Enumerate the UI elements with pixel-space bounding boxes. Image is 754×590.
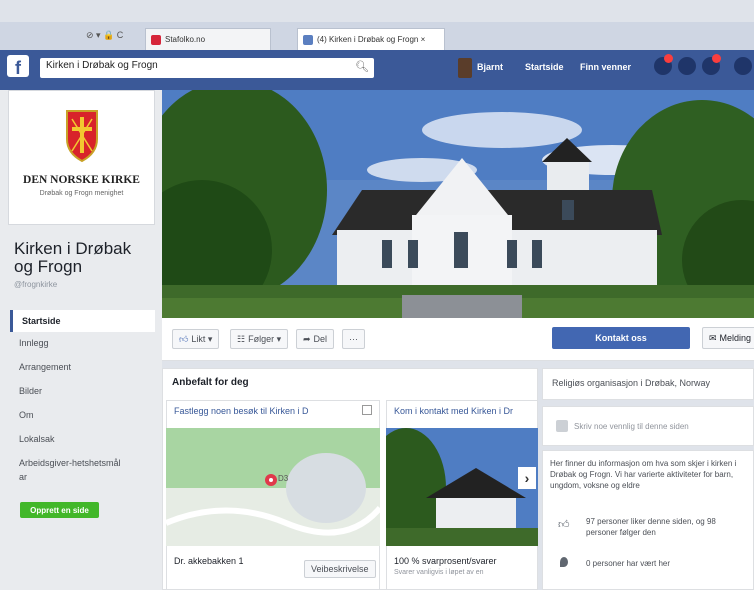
cover-photo[interactable] <box>162 90 754 318</box>
suggested-heading: Anbefalt for deg <box>172 377 249 388</box>
browser-tab-stafolko[interactable]: Stafolko.no <box>145 28 271 50</box>
sidebar-item-about[interactable]: Om <box>10 404 155 426</box>
messenger-icon: ✉ <box>709 332 717 343</box>
sidebar-item-home[interactable]: Startside <box>10 310 155 332</box>
create-page-button[interactable]: Opprett en side <box>20 502 99 518</box>
message-button[interactable]: ✉ Melding <box>702 327 754 349</box>
share-button[interactable]: ➦ Del <box>296 329 335 349</box>
profile-picture[interactable] <box>8 90 155 225</box>
favicon-red-icon <box>151 34 161 45</box>
notification-badge <box>664 54 673 63</box>
card-title[interactable]: Fastlegg noen besøk til Kirken i D <box>174 406 309 416</box>
map-preview[interactable] <box>166 428 380 546</box>
help-icon[interactable] <box>734 57 752 75</box>
church-logo-icon <box>66 110 98 163</box>
like-button[interactable]: 👍︎ Likt ▾ <box>172 329 220 349</box>
response-time: Svarer vanligvis i løpet av en <box>394 569 484 576</box>
sidebar-item-posts[interactable]: Innlegg <box>10 332 155 354</box>
follow-button[interactable]: ☷ Følger ▾ <box>230 329 289 349</box>
card-title[interactable]: Kom i kontakt med Kirken i Dr <box>394 406 513 416</box>
tab-label: (4) Kirken i Drøbak og Frogn × <box>317 35 426 44</box>
messages-icon[interactable] <box>678 57 696 75</box>
church-thumbnail-image <box>386 428 538 546</box>
notification-badge <box>712 54 721 63</box>
facebook-logo-icon[interactable]: f <box>7 55 29 77</box>
nav-profile-link[interactable]: Bjarnt <box>477 62 503 72</box>
card-address: Dr. akkebakken 1 <box>174 556 244 566</box>
page-title[interactable]: Kirken i Drøbak og Frogn <box>14 240 154 276</box>
org-name: DEN NORSKE KIRKE <box>23 174 140 186</box>
checkins-count: 0 personer har vært her <box>586 559 671 568</box>
search-input[interactable]: Kirken i Drøbak og Frogn <box>40 58 374 78</box>
share-icon: ➦ <box>303 333 311 344</box>
sidebar-item-jobs-cont: ar <box>19 472 28 482</box>
org-subtitle: Drøbak og Frogn menighet <box>39 190 124 197</box>
directions-button[interactable]: Veibeskrivelse <box>304 560 376 578</box>
more-button[interactable]: ··· <box>342 329 365 349</box>
page-category[interactable]: Religiøs organisasjon i Drøbak, Norway <box>552 378 710 389</box>
likes-count: 97 personer liker denne siden, og 98 per… <box>586 517 716 537</box>
map-marker-label: D3 <box>278 474 289 483</box>
page-handle[interactable]: @frognkirke <box>14 280 57 289</box>
carousel-next-icon[interactable]: › <box>518 467 536 489</box>
sidebar-item-local[interactable]: Lokalsak <box>10 428 155 450</box>
rss-icon: ☷ <box>237 333 246 344</box>
response-rate: 100 % svarprosent/svarer <box>394 556 497 566</box>
church-cover-image <box>162 90 754 318</box>
about-text: Her finner du informasjon om hva som skj… <box>550 459 737 490</box>
thumbs-up-icon: 👍︎ <box>179 333 189 344</box>
address-controls[interactable]: ⊘ ▾ 🔒 C <box>86 30 123 41</box>
browser-tab-active[interactable]: (4) Kirken i Drøbak og Frogn × <box>297 28 445 50</box>
thumbs-up-icon: 👍︎ <box>558 519 570 531</box>
nav-home-link[interactable]: Startside <box>525 62 564 72</box>
contact-us-button[interactable]: Kontakt oss <box>552 327 690 349</box>
checkin-pin-icon <box>560 557 568 567</box>
church-thumbnail[interactable] <box>386 428 538 546</box>
search-icon[interactable]: 🔍︎ <box>355 60 369 73</box>
tab-label: Stafolko.no <box>165 35 206 44</box>
favicon-facebook-icon <box>303 34 313 45</box>
avatar[interactable] <box>458 58 472 78</box>
pencil-icon <box>556 420 568 432</box>
map-image <box>166 428 380 546</box>
write-prompt[interactable]: Skriv noe vennlig til denne siden <box>574 421 689 432</box>
nav-find-friends-link[interactable]: Finn venner <box>580 62 631 72</box>
sidebar-item-photos[interactable]: Bilder <box>10 380 155 402</box>
sidebar-item-events[interactable]: Arrangement <box>10 356 155 378</box>
close-card-icon[interactable] <box>362 405 372 415</box>
